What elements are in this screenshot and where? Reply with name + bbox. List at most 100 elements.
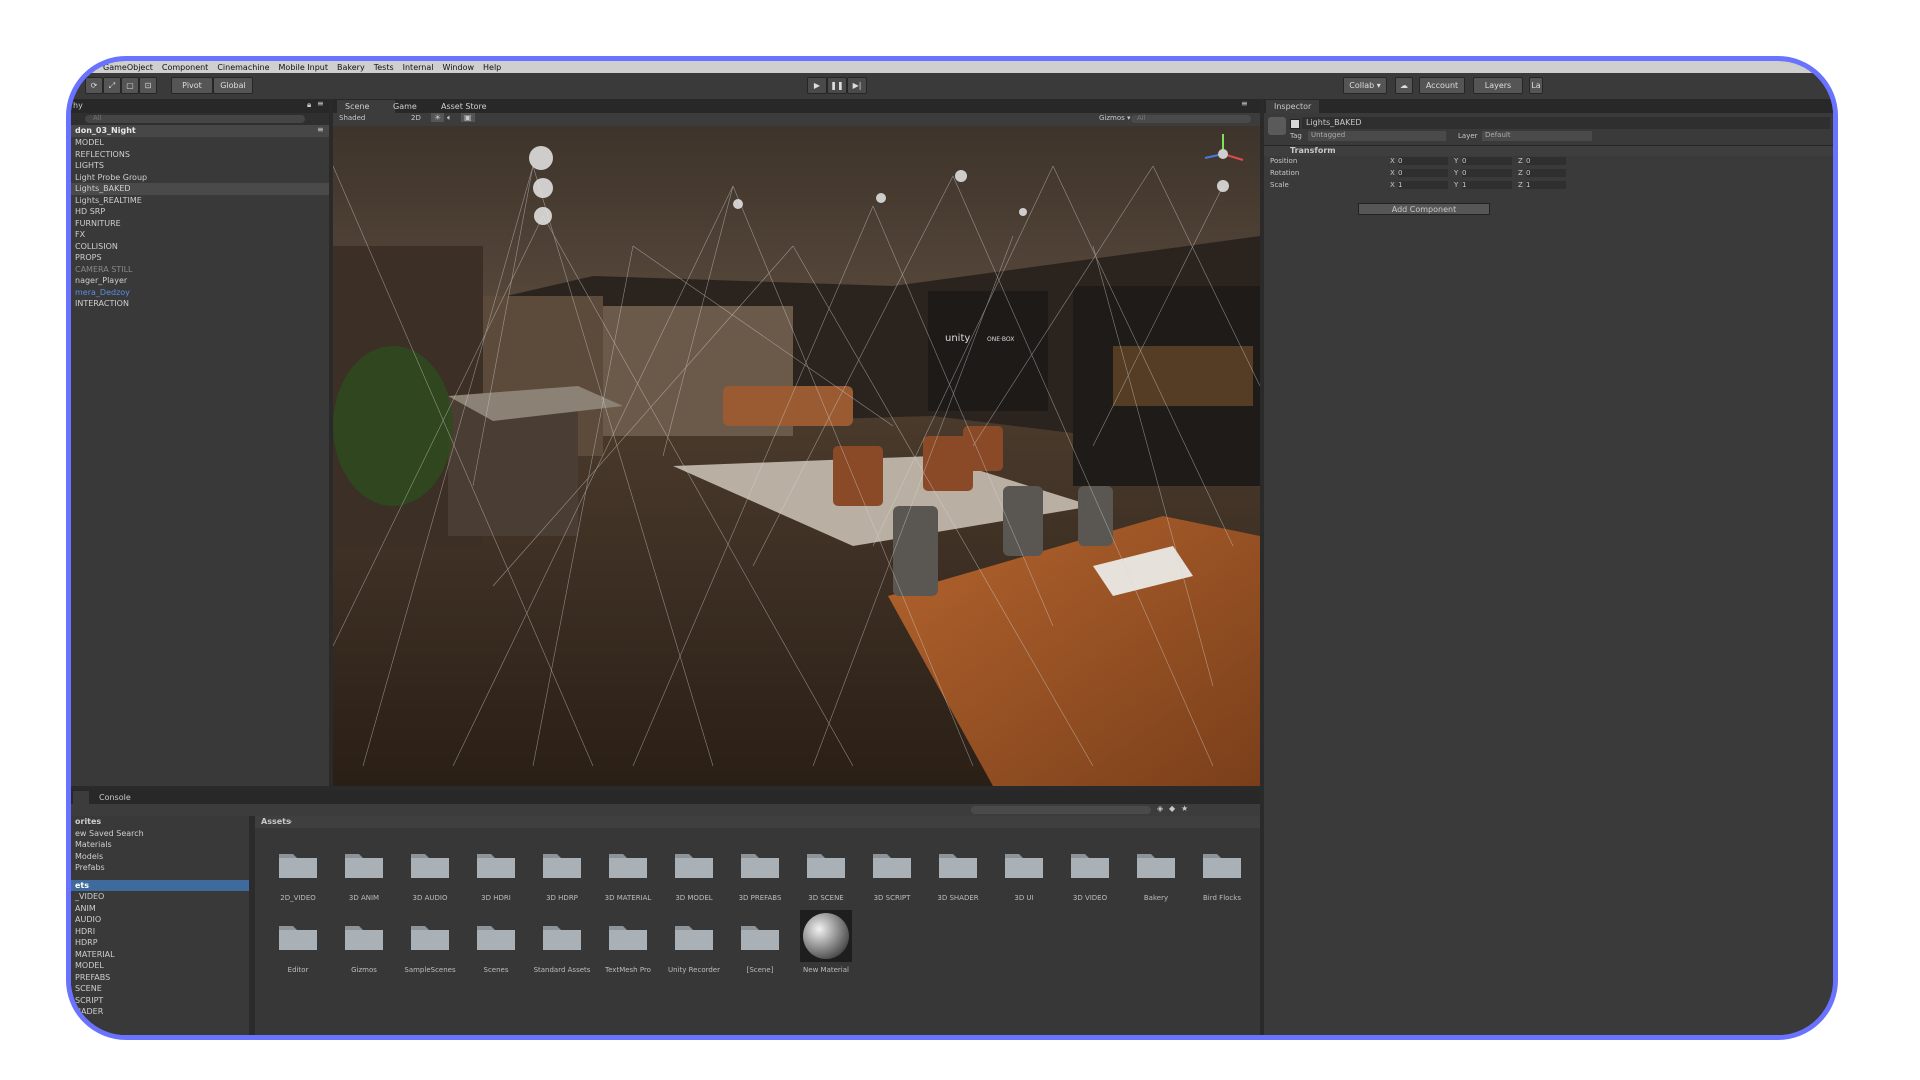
hierarchy-item[interactable]: Lights_REALTIME bbox=[71, 195, 329, 207]
hierarchy-item-disabled[interactable]: CAMERA STILL bbox=[71, 264, 329, 276]
scale-tool-button[interactable]: ⤢ bbox=[103, 77, 121, 94]
folder-icon[interactable] bbox=[475, 920, 517, 952]
scene-menu-icon[interactable]: ≡ bbox=[317, 125, 324, 134]
menu-mobile-input[interactable]: Mobile Input bbox=[279, 63, 329, 72]
active-checkbox[interactable] bbox=[1290, 119, 1300, 129]
assets-tree-item[interactable]: HADER bbox=[71, 1006, 249, 1018]
audio-toggle-icon[interactable]: 🔈︎ bbox=[447, 113, 452, 123]
menu-component[interactable]: Component bbox=[162, 63, 208, 72]
menu-icon[interactable]: ≡ bbox=[317, 99, 324, 108]
filter-type-icon[interactable]: ◈ bbox=[1157, 804, 1163, 813]
scale-y-field[interactable]: 1 bbox=[1462, 181, 1512, 189]
scene-menu-icon[interactable]: ≡ bbox=[1241, 99, 1248, 108]
folder-icon[interactable] bbox=[673, 920, 715, 952]
collab-button[interactable]: Collab ▾ bbox=[1343, 77, 1387, 94]
global-toggle[interactable]: Global bbox=[213, 77, 253, 94]
hierarchy-item[interactable]: INTERACTION bbox=[71, 298, 329, 310]
add-component-button[interactable]: Add Component bbox=[1358, 203, 1490, 215]
position-x-field[interactable]: 0 bbox=[1398, 157, 1448, 165]
folder-icon[interactable] bbox=[541, 848, 583, 880]
project-search-field[interactable] bbox=[971, 806, 1151, 814]
transform-tool-button[interactable]: ⊡ bbox=[139, 77, 157, 94]
scale-z-field[interactable]: 1 bbox=[1526, 181, 1566, 189]
favorite-item[interactable]: Models bbox=[71, 851, 249, 863]
menu-help[interactable]: Help bbox=[483, 63, 501, 72]
menu-bakery[interactable]: Bakery bbox=[337, 63, 365, 72]
filter-label-icon[interactable]: ◆ bbox=[1169, 804, 1175, 813]
effects-toggle-icon[interactable]: ▣ bbox=[461, 113, 475, 122]
folder-icon[interactable] bbox=[541, 920, 583, 952]
pivot-toggle[interactable]: Pivot bbox=[171, 77, 213, 94]
favorites-header[interactable]: orites bbox=[71, 816, 249, 828]
step-button[interactable]: ▶| bbox=[847, 77, 867, 94]
hierarchy-tab[interactable]: hy 🔒︎ ≡ bbox=[71, 99, 329, 113]
hierarchy-item-selected[interactable]: Lights_BAKED bbox=[71, 183, 329, 195]
folder-icon[interactable] bbox=[607, 848, 649, 880]
account-dropdown[interactable]: Account bbox=[1419, 77, 1465, 94]
assets-tree-item[interactable]: HDRI bbox=[71, 926, 249, 938]
rotation-x-field[interactable]: 0 bbox=[1398, 169, 1448, 177]
toggle-2d-button[interactable]: 2D bbox=[411, 114, 421, 122]
folder-icon[interactable] bbox=[739, 920, 781, 952]
hierarchy-item[interactable]: HD SRP bbox=[71, 206, 329, 218]
assets-tree-item[interactable]: SCRIPT bbox=[71, 995, 249, 1007]
folder-icon[interactable] bbox=[277, 848, 319, 880]
tab-asset-store[interactable]: Asset Store bbox=[433, 100, 509, 113]
gizmos-dropdown[interactable]: Gizmos ▾ bbox=[1099, 114, 1131, 122]
folder-icon[interactable] bbox=[871, 848, 913, 880]
breadcrumb-assets[interactable]: Assets bbox=[261, 817, 291, 826]
scene-header-row[interactable]: don_03_Night ≡ bbox=[71, 125, 329, 137]
hierarchy-item[interactable]: Light Probe Group bbox=[71, 172, 329, 184]
assets-tree-item[interactable]: _VIDEO bbox=[71, 891, 249, 903]
rotation-y-field[interactable]: 0 bbox=[1462, 169, 1512, 177]
tab-console[interactable]: Console bbox=[93, 791, 137, 804]
layers-dropdown[interactable]: Layers bbox=[1473, 77, 1523, 94]
folder-icon[interactable] bbox=[673, 848, 715, 880]
hierarchy-search-field[interactable]: All bbox=[85, 114, 305, 123]
layer-dropdown[interactable]: Default bbox=[1482, 131, 1592, 141]
play-button[interactable]: ▶ bbox=[807, 77, 827, 94]
assets-root-selected[interactable]: ets bbox=[71, 879, 249, 891]
hierarchy-search[interactable]: All bbox=[71, 113, 329, 125]
tab-project[interactable] bbox=[73, 791, 89, 804]
assets-tree-item[interactable]: ANIM bbox=[71, 903, 249, 915]
shading-mode-dropdown[interactable]: Shaded bbox=[339, 114, 365, 122]
folder-icon[interactable] bbox=[1201, 848, 1243, 880]
hierarchy-item[interactable]: FX bbox=[71, 229, 329, 241]
rotate-tool-button[interactable]: ⟳ bbox=[85, 77, 103, 94]
menu-tests[interactable]: Tests bbox=[374, 63, 394, 72]
assets-tree-item[interactable]: PREFABS bbox=[71, 972, 249, 984]
lock-icon[interactable]: 🔒︎ bbox=[307, 100, 311, 110]
assets-tree-item[interactable]: HDRP bbox=[71, 937, 249, 949]
rect-tool-button[interactable]: ▢ bbox=[121, 77, 139, 94]
folder-icon[interactable] bbox=[277, 920, 319, 952]
folder-icon[interactable] bbox=[343, 920, 385, 952]
rotation-z-field[interactable]: 0 bbox=[1526, 169, 1566, 177]
menu-internal[interactable]: Internal bbox=[403, 63, 434, 72]
material-sphere-icon[interactable] bbox=[800, 910, 852, 962]
object-name-field[interactable]: Lights_BAKED bbox=[1302, 117, 1830, 129]
pause-button[interactable]: ❚❚ bbox=[827, 77, 847, 94]
hierarchy-item[interactable]: nager_Player bbox=[71, 275, 329, 287]
cloud-button[interactable]: ☁ bbox=[1395, 77, 1413, 94]
menu-gameobject[interactable]: GameObject bbox=[103, 63, 153, 72]
position-y-field[interactable]: 0 bbox=[1462, 157, 1512, 165]
scene-search-field[interactable]: All bbox=[1131, 114, 1251, 123]
folder-icon[interactable] bbox=[937, 848, 979, 880]
folder-icon[interactable] bbox=[409, 920, 451, 952]
assets-tree-item[interactable]: MODEL bbox=[71, 960, 249, 972]
assets-tree-item[interactable]: SCENE bbox=[71, 983, 249, 995]
assets-tree-item[interactable]: AUDIO bbox=[71, 914, 249, 926]
folder-icon[interactable] bbox=[475, 848, 517, 880]
favorite-item[interactable]: ew Saved Search bbox=[71, 828, 249, 840]
tag-dropdown[interactable]: Untagged bbox=[1308, 131, 1446, 141]
tab-inspector[interactable]: Inspector bbox=[1266, 100, 1320, 113]
hierarchy-item[interactable]: PROPS bbox=[71, 252, 329, 264]
menu-cinemachine[interactable]: Cinemachine bbox=[217, 63, 269, 72]
hierarchy-item[interactable]: MODEL bbox=[71, 137, 329, 149]
folder-icon[interactable] bbox=[805, 848, 847, 880]
lighting-toggle-icon[interactable]: ☀ bbox=[431, 113, 445, 122]
folder-icon[interactable] bbox=[739, 848, 781, 880]
folder-icon[interactable] bbox=[409, 848, 451, 880]
assets-tree-item[interactable]: MATERIAL bbox=[71, 949, 249, 961]
